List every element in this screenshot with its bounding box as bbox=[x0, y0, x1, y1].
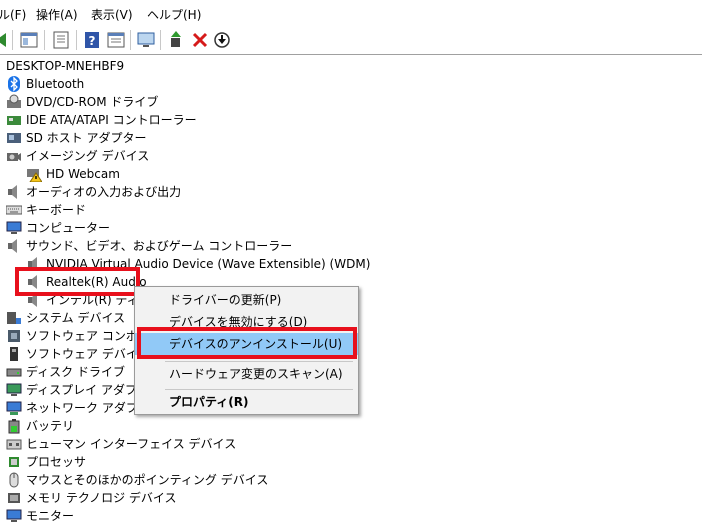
tree-item-label: オーディオの入力および出力 bbox=[26, 185, 182, 199]
update-driver-icon[interactable] bbox=[166, 30, 186, 50]
monitor-icon[interactable] bbox=[136, 30, 156, 50]
svg-text:?: ? bbox=[89, 34, 96, 48]
toolbar-divider bbox=[0, 54, 702, 55]
toolbar-separator bbox=[44, 30, 45, 50]
software-device-icon bbox=[6, 346, 22, 362]
menu-help[interactable]: ヘルプ(H) bbox=[147, 6, 201, 23]
ctx-separator bbox=[165, 389, 353, 390]
speaker-icon bbox=[6, 238, 22, 254]
toolbar-separator bbox=[160, 30, 161, 50]
download-icon[interactable] bbox=[212, 30, 232, 50]
tree-item-label: キーボード bbox=[26, 203, 87, 217]
tree-item-label: SD ホスト アダプター bbox=[26, 131, 147, 145]
menu-action[interactable]: 操作(A) bbox=[36, 6, 78, 23]
tree-item-label: HD Webcam bbox=[46, 167, 120, 181]
mouse-icon bbox=[6, 472, 22, 488]
toolbar-separator bbox=[130, 30, 131, 50]
ctx-scan-hardware[interactable]: ハードウェア変更のスキャン(A) bbox=[135, 363, 358, 385]
toolbar-separator bbox=[76, 30, 77, 50]
tree-item-label: ヒューマン インターフェイス デバイス bbox=[26, 437, 237, 451]
ctx-properties[interactable]: プロパティ(R) bbox=[135, 391, 358, 413]
tree-item-label: イメージング デバイス bbox=[26, 149, 150, 163]
tree-item-label: モニター bbox=[26, 509, 75, 523]
menu-bar: ル(F) 操作(A) 表示(V) ヘルプ(H) bbox=[0, 0, 702, 26]
bluetooth-icon bbox=[6, 76, 22, 92]
dvd-drive-icon bbox=[6, 94, 22, 110]
window-icon[interactable] bbox=[19, 30, 39, 50]
tree-item-label: バッテリ bbox=[26, 419, 75, 433]
uninstall-x-icon[interactable] bbox=[190, 30, 210, 50]
tree-root-label: DESKTOP-MNEHBF9 bbox=[6, 59, 125, 73]
toolbar-separator bbox=[12, 30, 13, 50]
tree-item-label: Bluetooth bbox=[26, 77, 85, 91]
back-arrow-icon[interactable] bbox=[0, 30, 12, 50]
help-icon[interactable]: ? bbox=[82, 30, 102, 50]
realtek-highlight-box bbox=[15, 267, 140, 296]
battery-icon bbox=[6, 418, 22, 434]
tree-item-label: プロセッサ bbox=[26, 455, 87, 469]
sd-host-icon bbox=[6, 130, 22, 146]
speaker-icon bbox=[6, 184, 22, 200]
tree-item-label: マウスとそのほかのポインティング デバイス bbox=[26, 473, 269, 487]
tree-item-label: ソフトウェア デバイス bbox=[26, 347, 150, 361]
software-component-icon bbox=[6, 328, 22, 344]
camera-icon bbox=[6, 148, 22, 164]
tree-item-label: DVD/CD-ROM ドライブ bbox=[26, 95, 159, 109]
system-device-icon bbox=[6, 310, 22, 326]
disk-drive-icon bbox=[6, 364, 22, 380]
webcam-warning-icon bbox=[26, 166, 42, 182]
monitor-icon bbox=[6, 508, 22, 524]
window-list-icon[interactable] bbox=[106, 30, 126, 50]
tree-item-label: ディスク ドライブ bbox=[26, 365, 125, 379]
display-adapter-icon bbox=[6, 382, 22, 398]
toolbar: ? bbox=[0, 26, 702, 54]
properties-icon[interactable] bbox=[51, 30, 71, 50]
menu-view[interactable]: 表示(V) bbox=[91, 6, 133, 23]
tree-item-label: システム デバイス bbox=[26, 311, 126, 325]
tree-item-label: コンピューター bbox=[26, 221, 111, 235]
keyboard-icon bbox=[6, 202, 22, 218]
uninstall-highlight-box bbox=[137, 327, 357, 359]
ctx-scan-hardware-label: ハードウェア変更のスキャン(A) bbox=[169, 367, 343, 381]
tree-item-label: サウンド、ビデオ、およびゲーム コントローラー bbox=[26, 239, 293, 253]
ide-controller-icon bbox=[6, 112, 22, 128]
computer-icon bbox=[6, 220, 22, 236]
ctx-update-driver-label: ドライバーの更新(P) bbox=[169, 293, 282, 307]
memory-icon bbox=[6, 490, 22, 506]
tree-item-label: メモリ テクノロジ デバイス bbox=[26, 491, 177, 505]
network-adapter-icon bbox=[6, 400, 22, 416]
ctx-properties-label: プロパティ(R) bbox=[169, 395, 249, 409]
ctx-update-driver[interactable]: ドライバーの更新(P) bbox=[135, 289, 358, 311]
ctx-separator bbox=[165, 361, 353, 362]
hid-icon bbox=[6, 436, 22, 452]
menu-file[interactable]: ル(F) bbox=[0, 6, 26, 23]
processor-icon bbox=[6, 454, 22, 470]
tree-item-label: IDE ATA/ATAPI コントローラー bbox=[26, 113, 197, 127]
